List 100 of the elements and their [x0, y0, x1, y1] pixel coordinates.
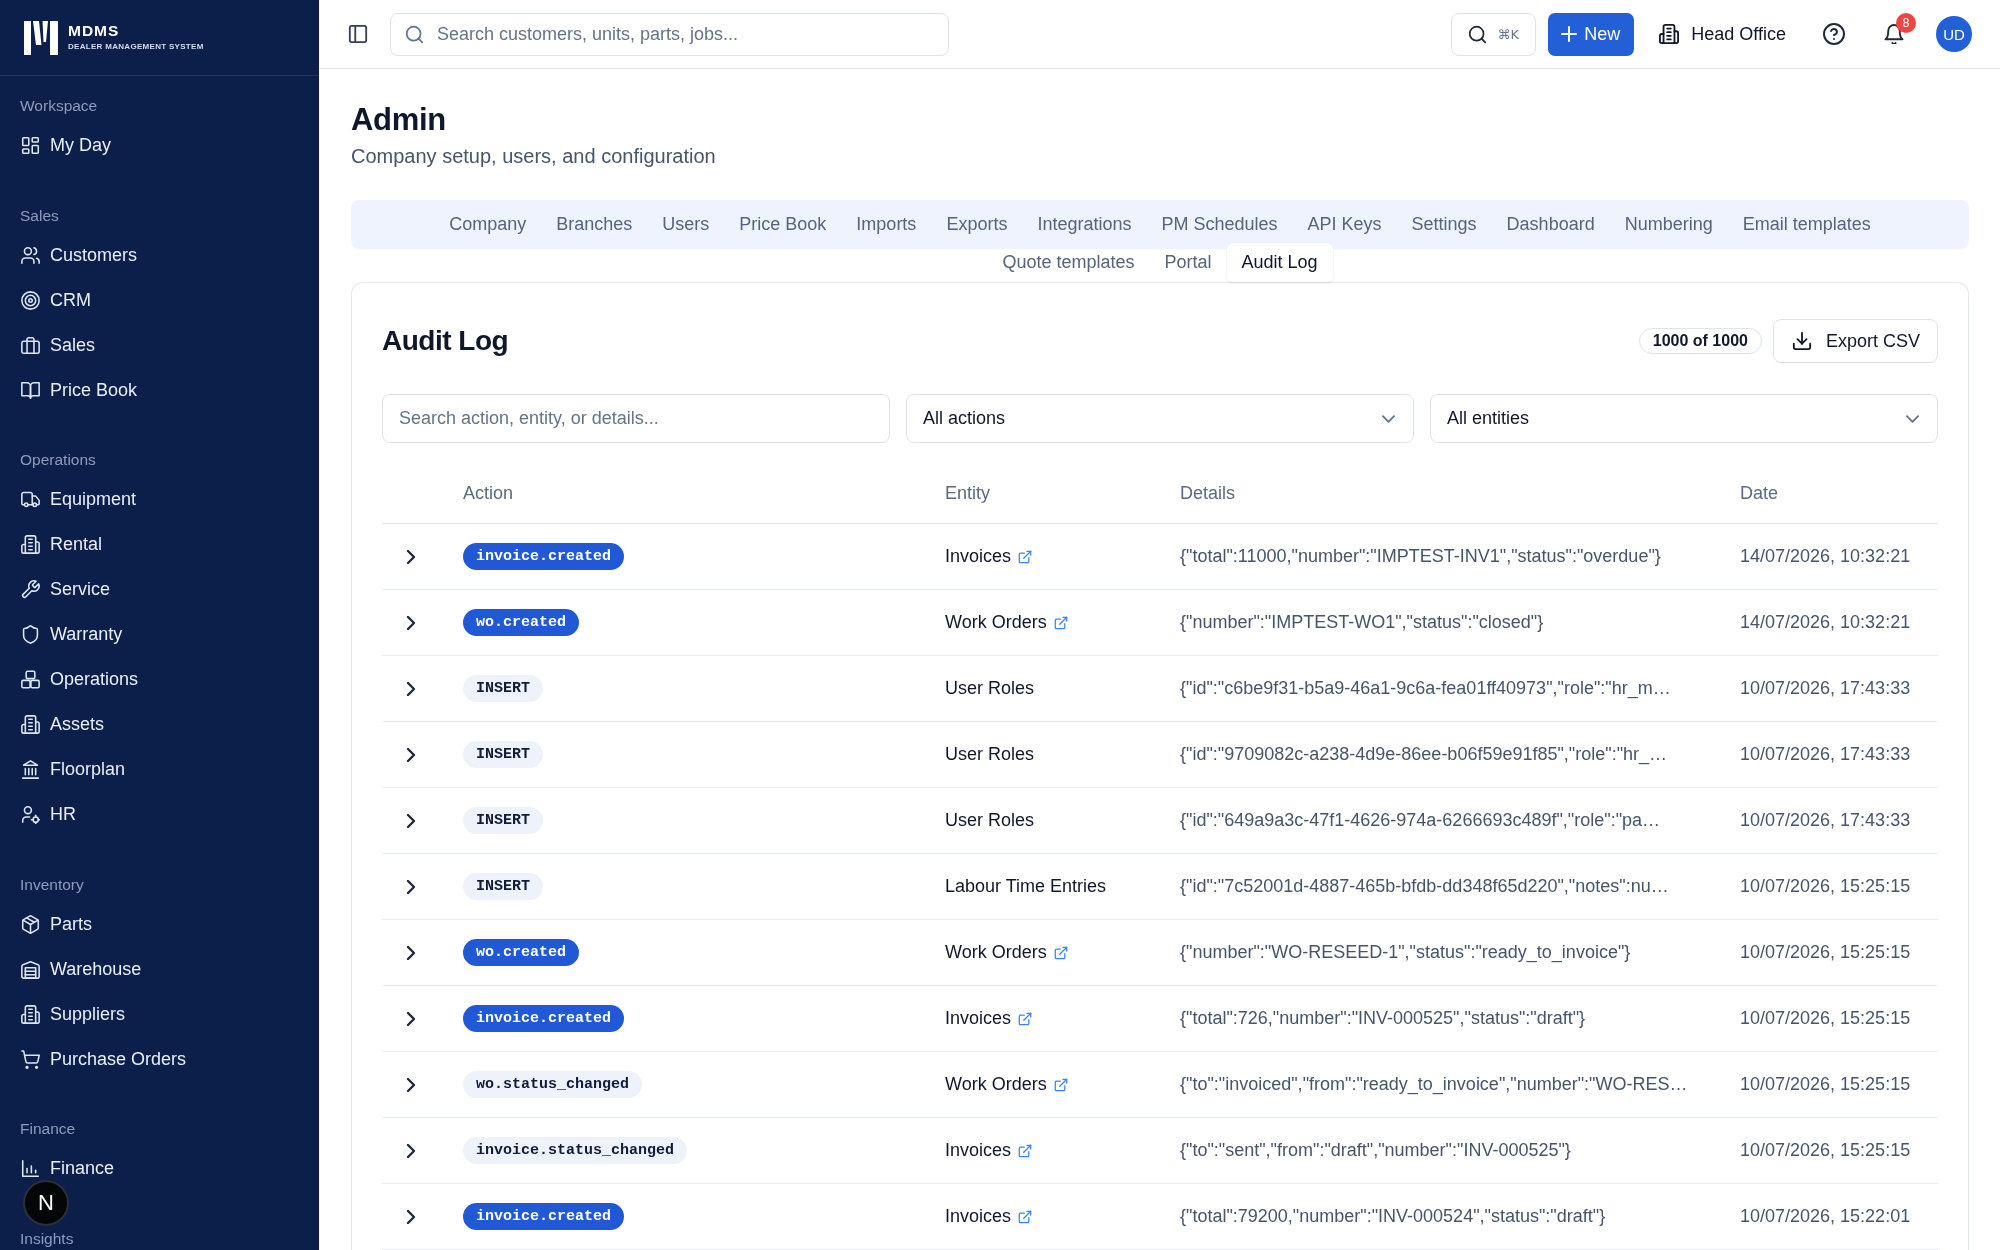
chevron-right-icon: [407, 1011, 415, 1026]
nav-section-label: Insights: [19, 1228, 75, 1249]
nav-item[interactable]: Equipment: [10, 477, 309, 522]
column-header: Entity: [945, 483, 991, 504]
entity-filter-select[interactable]: All entities: [1430, 394, 1938, 443]
column-header: Action: [463, 483, 514, 504]
dashboard-icon: [21, 136, 40, 155]
nav-item[interactable]: Suppliers: [10, 991, 309, 1037]
tab[interactable]: Users: [647, 205, 725, 244]
action-badge: wo.status_changed: [463, 1071, 643, 1098]
tab[interactable]: Quote templates: [987, 243, 1150, 282]
nav-item[interactable]: Parts: [10, 901, 309, 947]
expand-button[interactable]: [404, 746, 418, 763]
action-badge: wo.created: [463, 609, 579, 636]
sidebar-toggle-button[interactable]: [348, 24, 368, 44]
nav-item[interactable]: Sales: [10, 322, 309, 368]
nav-item[interactable]: Rental: [10, 522, 309, 567]
tab[interactable]: API Keys: [1292, 205, 1397, 244]
entity-link[interactable]: Invoices: [945, 546, 1033, 567]
nav-item[interactable]: Service: [10, 567, 309, 612]
tab[interactable]: Integrations: [1022, 205, 1147, 244]
chevron-right-icon: [407, 549, 415, 564]
nav-item[interactable]: Purchase Orders: [10, 1036, 309, 1082]
export-csv-button[interactable]: Export CSV: [1772, 319, 1938, 363]
action-badge: wo.created: [463, 939, 579, 966]
nav-item[interactable]: My Day: [10, 123, 309, 168]
page-title: Admin: [351, 101, 447, 139]
expand-button[interactable]: [404, 1208, 418, 1225]
nav-item[interactable]: Warranty: [10, 612, 309, 657]
chevron-right-icon: [407, 681, 415, 696]
table-cell: 10/07/2026, 17:43:33: [1740, 810, 1911, 831]
tab[interactable]: Price Book: [724, 205, 842, 244]
bar-chart-icon: [21, 1159, 40, 1178]
warehouse-icon: [21, 959, 40, 979]
action-filter-select[interactable]: All actions: [906, 394, 1414, 443]
cart-icon: [21, 1049, 40, 1069]
tab[interactable]: Dashboard: [1491, 205, 1610, 244]
tab[interactable]: Branches: [541, 205, 648, 244]
entity-link[interactable]: Work Orders: [945, 612, 1068, 633]
expand-button[interactable]: [404, 1010, 418, 1027]
tab[interactable]: Audit Log: [1226, 243, 1333, 282]
tab[interactable]: PM Schedules: [1146, 205, 1293, 244]
entity-link[interactable]: Work Orders: [945, 942, 1068, 963]
logo-icon: [24, 20, 58, 55]
search-input[interactable]: Search action, entity, or details...: [382, 394, 890, 443]
expand-button[interactable]: [404, 680, 418, 697]
table-cell: 10/07/2026, 15:25:15: [1740, 1140, 1911, 1161]
command-search-button[interactable]: ⌘K: [1451, 12, 1537, 56]
nav-item[interactable]: Assets: [10, 702, 309, 747]
expand-button[interactable]: [404, 548, 418, 565]
nav-section-label: Inventory: [19, 874, 85, 895]
nav-item[interactable]: Price Book: [10, 367, 309, 413]
entity-link[interactable]: Invoices: [945, 1008, 1033, 1029]
users-icon: [21, 245, 40, 265]
chevron-right-icon: [407, 615, 415, 630]
chevron-right-icon: [407, 813, 415, 828]
table-cell: {"total":726,"number":"INV-000525","status":"draft"}: [1180, 1008, 1586, 1029]
nav-item[interactable]: CRM: [10, 277, 309, 323]
column-header: Details: [1180, 483, 1236, 504]
nav-section-label: Sales: [19, 205, 60, 226]
search-field[interactable]: Search customers, units, parts, jobs...: [390, 12, 949, 56]
branch-button[interactable]: Head Office: [1659, 23, 1786, 45]
logo-tagline: DEALER MANAGEMENT SYSTEM: [68, 41, 204, 51]
tab[interactable]: Company: [434, 205, 542, 244]
action-badge: INSERT: [463, 675, 543, 702]
nav-item[interactable]: Floorplan: [10, 747, 309, 792]
nav-item[interactable]: Customers: [10, 232, 309, 278]
entity-link[interactable]: Invoices: [945, 1206, 1033, 1227]
table-cell: {"id":"9709082c-a238-4d9e-86ee-b06f59e91f85","role":"hr_…: [1180, 744, 1668, 765]
chevron-right-icon: [407, 879, 415, 894]
tab[interactable]: Exports: [931, 205, 1023, 244]
user-gear-icon: [21, 805, 40, 824]
tab[interactable]: Email templates: [1727, 205, 1886, 244]
expand-button[interactable]: [404, 878, 418, 895]
expand-button[interactable]: [404, 1142, 418, 1159]
table-cell: 10/07/2026, 15:25:15: [1740, 1008, 1911, 1029]
nav-item[interactable]: Operations: [10, 657, 309, 702]
nav-item[interactable]: HR: [10, 792, 309, 837]
external-link-icon: [1053, 945, 1068, 960]
expand-button[interactable]: [404, 812, 418, 829]
nav-section-label: Operations: [19, 450, 97, 470]
table-cell: {"number":"IMPTEST-WO1","status":"closed"}: [1180, 612, 1544, 633]
dev-tools-button[interactable]: N: [23, 1180, 69, 1226]
nav-item[interactable]: Warehouse: [10, 946, 309, 992]
entity-link[interactable]: Invoices: [945, 1140, 1033, 1161]
tab[interactable]: Imports: [841, 205, 932, 244]
tab[interactable]: Numbering: [1609, 205, 1728, 244]
tab[interactable]: Portal: [1149, 243, 1227, 282]
expand-button[interactable]: [404, 614, 418, 631]
tab[interactable]: Settings: [1396, 205, 1492, 244]
expand-button[interactable]: [404, 944, 418, 961]
user-avatar[interactable]: UD: [1936, 16, 1972, 52]
table-cell: 10/07/2026, 15:25:15: [1740, 1074, 1911, 1095]
nav-section-label: Workspace: [19, 96, 99, 116]
chevron-right-icon: [407, 1209, 415, 1224]
new-button[interactable]: New: [1548, 12, 1635, 56]
expand-button[interactable]: [404, 1076, 418, 1093]
entity-link[interactable]: Work Orders: [945, 1074, 1068, 1095]
target-icon: [21, 290, 40, 310]
help-button[interactable]: [1823, 23, 1845, 45]
